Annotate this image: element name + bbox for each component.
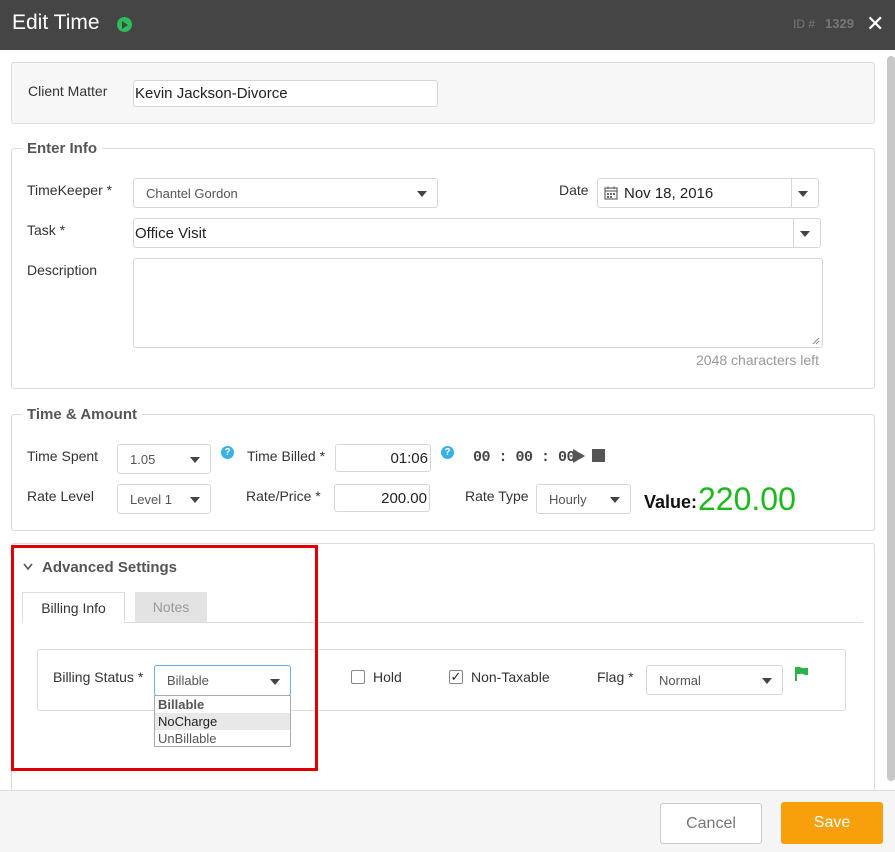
time-spent-value: 1.05	[130, 451, 156, 467]
play-icon[interactable]	[572, 449, 586, 463]
non-taxable-checkbox[interactable]: ✓	[449, 670, 463, 684]
rate-type-select[interactable]: Hourly	[536, 484, 631, 514]
time-billed-help-icon[interactable]: ?	[441, 446, 454, 459]
chevron-down-icon	[610, 497, 620, 503]
non-taxable-label: Non-Taxable	[471, 669, 550, 685]
resize-handle-icon[interactable]	[812, 337, 820, 345]
check-icon: ✓	[450, 669, 462, 684]
task-value: Office Visit	[135, 224, 207, 242]
save-button[interactable]: Save	[781, 802, 883, 844]
rate-type-label: Rate Type	[465, 488, 529, 504]
rate-level-label: Rate Level	[27, 488, 94, 504]
chevron-down-icon[interactable]	[798, 191, 808, 197]
date-input[interactable]: Nov 18, 2016	[597, 178, 819, 208]
dialog-footer: Cancel Save	[0, 790, 895, 852]
dialog-titlebar: Edit Time ID # 1329 ✕	[0, 0, 895, 50]
description-textarea[interactable]	[133, 258, 823, 348]
chevron-down-icon	[190, 497, 200, 503]
cancel-button-label: Cancel	[686, 814, 736, 832]
stop-icon[interactable]	[592, 449, 605, 462]
hold-label: Hold	[373, 669, 402, 685]
scrollbar[interactable]	[887, 56, 895, 781]
task-separator	[793, 219, 794, 247]
save-button-label: Save	[813, 814, 851, 831]
highlight-box	[11, 545, 318, 771]
chevron-down-icon	[417, 191, 427, 197]
rate-level-select[interactable]: Level 1	[117, 484, 211, 514]
time-spent-select[interactable]: 1.05	[117, 444, 211, 474]
flag-icon	[795, 666, 808, 681]
rate-price-input[interactable]: 200.00	[334, 484, 430, 512]
cancel-button[interactable]: Cancel	[660, 803, 762, 844]
rate-price-label: Rate/Price *	[246, 488, 321, 504]
enter-info-legend: Enter Info	[22, 140, 102, 157]
client-matter-label: Client Matter	[28, 83, 108, 99]
play-timer-icon[interactable]	[117, 17, 132, 32]
dialog-title: Edit Time	[12, 11, 100, 34]
task-select[interactable]: Office Visit	[133, 218, 821, 248]
client-matter-value: Kevin Jackson-Divorce	[135, 85, 288, 102]
rate-type-value: Hourly	[549, 491, 587, 507]
id-value: 1329	[825, 16, 854, 31]
hold-checkbox[interactable]	[351, 670, 365, 684]
flag-label: Flag *	[597, 669, 634, 685]
time-spent-help-icon[interactable]: ?	[221, 446, 234, 459]
timekeeper-select[interactable]: Chantel Gordon	[133, 178, 438, 208]
task-label: Task *	[27, 222, 66, 238]
value-amount: 220.00	[698, 481, 796, 517]
rate-level-value: Level 1	[130, 491, 172, 507]
flag-value: Normal	[659, 672, 701, 688]
flag-select[interactable]: Normal	[646, 665, 783, 695]
description-label: Description	[27, 262, 98, 278]
close-icon[interactable]: ✕	[866, 12, 884, 36]
characters-left-text: 2048 characters left	[696, 352, 819, 368]
date-label: Date	[559, 182, 589, 198]
client-matter-panel: Client Matter Kevin Jackson-Divorce	[11, 62, 875, 124]
calendar-icon	[604, 186, 618, 200]
time-billed-value: 01:06	[390, 449, 428, 467]
date-separator	[791, 179, 792, 207]
value-label: Value:	[644, 492, 698, 512]
time-billed-label: Time Billed *	[247, 448, 326, 464]
timekeeper-label: TimeKeeper *	[27, 182, 113, 198]
chevron-down-icon[interactable]	[800, 231, 810, 237]
date-value: Nov 18, 2016	[624, 184, 714, 202]
rate-price-value: 200.00	[381, 489, 427, 507]
time-spent-label: Time Spent	[27, 448, 99, 464]
client-matter-input[interactable]: Kevin Jackson-Divorce	[133, 80, 438, 107]
id-label: ID #	[793, 17, 816, 31]
timer-display: 00 : 00 : 00	[473, 449, 576, 466]
chevron-down-icon	[190, 457, 200, 463]
timekeeper-value: Chantel Gordon	[146, 185, 238, 201]
chevron-down-icon	[762, 678, 772, 684]
time-amount-legend: Time & Amount	[22, 406, 143, 423]
time-billed-input[interactable]: 01:06	[335, 444, 431, 472]
